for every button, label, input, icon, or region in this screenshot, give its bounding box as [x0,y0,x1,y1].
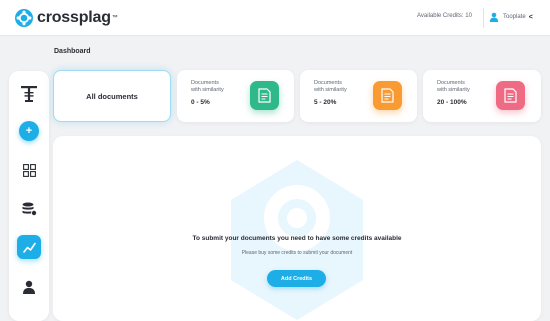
all-documents-label: All documents [86,91,138,101]
label-line-2: with similarity [314,87,347,93]
main-panel: To submit your documents you need to hav… [53,136,541,321]
similarity-card-label: Documents with similarity [437,80,470,94]
page-title: Dashboard [54,48,91,55]
user-icon [489,12,499,22]
similarity-card-label: Documents with similarity [191,80,224,94]
empty-state-subtitle: Please buy some credits to submit your d… [241,250,353,256]
document-icon [504,88,517,103]
top-bar: crossplag ™ Available Credits: 10 Toopla… [0,0,550,36]
label-line-1: Documents [437,80,465,86]
empty-state-title: To submit your documents you need to hav… [192,235,402,242]
sidebar: + [9,71,49,321]
crossplag-logo-icon [15,9,33,27]
user-name: Tooplate [503,14,526,20]
label-line-1: Documents [191,80,219,86]
similarity-card-low[interactable]: Documents with similarity 0 - 5% [177,70,294,122]
brand-trademark: ™ [111,15,118,21]
sidebar-item-profile[interactable] [18,276,40,298]
text-tool-icon [21,86,37,102]
brand-name: crossplag [37,9,111,26]
document-icon [381,88,394,103]
label-line-1: Documents [314,80,342,86]
brand-logo[interactable]: crossplag ™ [14,8,118,28]
add-document-button[interactable]: + [19,121,39,141]
similarity-range: 5 - 20% [314,99,337,106]
sidebar-item-database[interactable] [18,198,40,220]
user-menu[interactable]: Tooplate < [489,11,533,23]
similarity-card-medium[interactable]: Documents with similarity 5 - 20% [300,70,417,122]
stat-icon-badge [373,81,402,110]
plus-icon: + [25,125,33,137]
sidebar-item-text-tool[interactable] [18,83,40,105]
add-credits-button[interactable]: Add Credits [267,270,326,287]
header-divider [483,8,484,28]
document-icon [258,88,271,103]
chevron-left-icon: < [528,13,533,21]
label-line-2: with similarity [191,87,224,93]
sidebar-item-grid[interactable] [18,159,40,181]
chart-line-icon [22,242,36,253]
available-credits: Available Credits: 10 [417,13,472,19]
stat-icon-badge [250,81,279,110]
label-line-2: with similarity [437,87,470,93]
database-icon [22,202,37,216]
similarity-range: 0 - 5% [191,99,210,106]
all-documents-card[interactable]: All documents [53,70,171,122]
similarity-card-high[interactable]: Documents with similarity 20 - 100% [423,70,541,122]
user-icon [23,280,35,294]
grid-icon [22,163,36,177]
similarity-card-label: Documents with similarity [314,80,347,94]
stat-icon-badge [496,81,525,110]
similarity-range: 20 - 100% [437,99,467,106]
sidebar-item-analytics[interactable] [17,235,41,259]
